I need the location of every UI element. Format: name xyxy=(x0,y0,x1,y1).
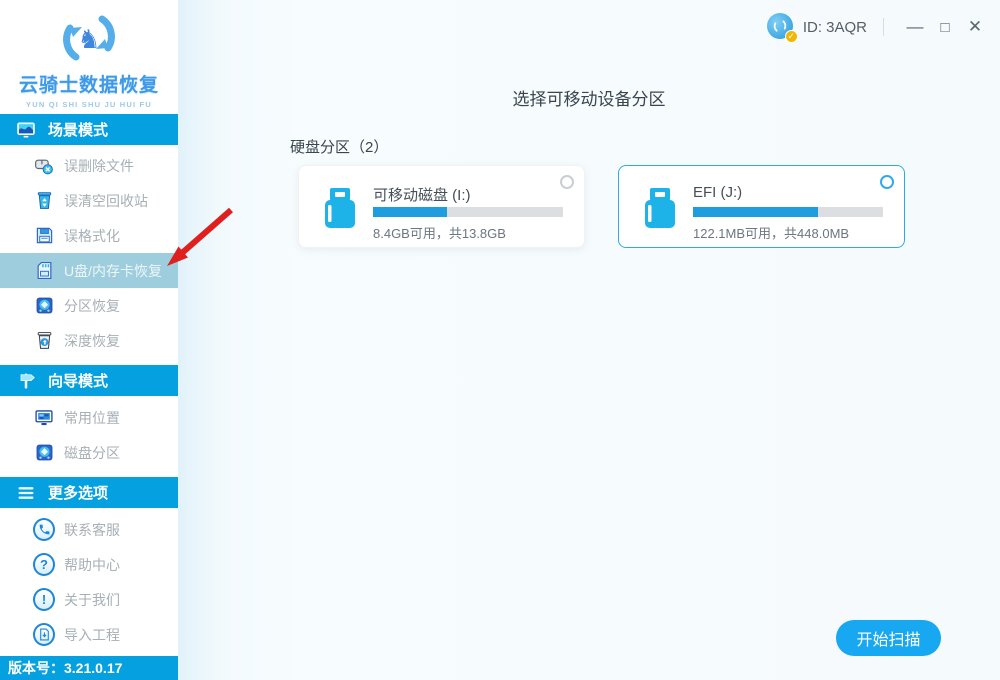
sidebar-item-about-us[interactable]: ! 关于我们 xyxy=(0,582,178,617)
sidebar-item-label: 分区恢复 xyxy=(64,297,120,314)
main-content: ✓ ID: 3AQR — □ ✕ 选择可移动设备分区 硬盘分区（2） 可移动磁盘… xyxy=(178,0,1000,680)
more-options-icon xyxy=(15,482,37,504)
usb-drive-icon xyxy=(321,184,359,237)
page-title: 选择可移动设备分区 xyxy=(512,90,666,109)
more-options-menu: 联系客服 ? 帮助中心 ! 关于我们 导入工程 xyxy=(0,508,178,652)
sidebar-item-label: 误格式化 xyxy=(64,227,120,244)
app-title: 云骑士数据恢复 xyxy=(18,75,159,96)
section-header-label: 场景模式 xyxy=(48,122,109,139)
capacity-bar-fill xyxy=(693,207,819,217)
account-badge-icon: ✓ xyxy=(766,13,798,43)
titlebar: ✓ ID: 3AQR — □ ✕ xyxy=(766,10,988,44)
user-id-label: ID: 3AQR xyxy=(802,18,867,36)
sidebar-item-deleted-files[interactable]: 误删除文件 xyxy=(0,148,178,183)
disk-partition-icon xyxy=(33,442,55,464)
help-center-icon: ? xyxy=(33,553,55,576)
wizard-mode-menu: 常用位置 磁盘分区 xyxy=(0,396,178,470)
version-label: 版本号：3.21.0.17 xyxy=(8,660,123,676)
sidebar-item-label: 深度恢复 xyxy=(64,332,120,349)
partition-card-list: 可移动磁盘 (I:) 8.4GB可用，共13.8GB EFI (J:) 122.… xyxy=(298,165,905,248)
sidebar-item-help-center[interactable]: ? 帮助中心 xyxy=(0,547,178,582)
section-header-wizard-mode: 向导模式 xyxy=(0,365,178,396)
recycle-bin-icon xyxy=(33,190,55,212)
deep-recovery-icon xyxy=(33,330,55,352)
app-subtitle: YUN QI SHI SHU JU HUI FU xyxy=(26,100,152,109)
contact-support-icon xyxy=(33,518,55,541)
sidebar-item-import-project[interactable]: 导入工程 xyxy=(0,617,178,652)
sidebar-item-deep-recovery[interactable]: 深度恢复 xyxy=(0,323,178,358)
maximize-button[interactable]: □ xyxy=(932,14,958,40)
section-header-more-options: 更多选项 xyxy=(0,477,178,508)
capacity-detail: 8.4GB可用，共13.8GB xyxy=(373,226,506,241)
app-logo: ♞ 云骑士数据恢复 YUN QI SHI SHU JU HUI FU xyxy=(0,0,178,114)
sidebar-item-disk-partitions[interactable]: 磁盘分区 xyxy=(0,435,178,470)
about-us-icon: ! xyxy=(33,588,55,611)
sidebar-item-formatted[interactable]: 误格式化 xyxy=(0,218,178,253)
sidebar: ♞ 云骑士数据恢复 YUN QI SHI SHU JU HUI FU 场景模式 xyxy=(0,0,178,680)
partition-name: EFI (J:) xyxy=(693,184,743,201)
capacity-bar xyxy=(373,207,563,217)
sidebar-item-label: 导入工程 xyxy=(64,626,120,643)
minimize-button[interactable]: — xyxy=(902,14,928,40)
section-header-label: 更多选项 xyxy=(48,485,109,502)
titlebar-divider xyxy=(883,18,884,36)
partition-name: 可移动磁盘 (I:) xyxy=(373,187,471,204)
verified-check-icon: ✓ xyxy=(784,30,798,43)
partition-card-removable-disk-i[interactable]: 可移动磁盘 (I:) 8.4GB可用，共13.8GB xyxy=(298,165,585,248)
sidebar-item-label: U盘/内存卡恢复 xyxy=(64,262,162,279)
sidebar-item-label: 帮助中心 xyxy=(64,556,120,573)
partition-recovery-icon xyxy=(33,295,55,317)
sidebar-item-label: 误清空回收站 xyxy=(64,192,148,209)
radio-selected-icon[interactable] xyxy=(880,175,894,189)
sidebar-item-label: 误删除文件 xyxy=(64,157,134,174)
scene-mode-menu: 误删除文件 误清空回收站 误格式化 U盘/内存卡恢复 分区恢复 深度恢复 xyxy=(0,145,178,358)
radio-unselected-icon[interactable] xyxy=(560,175,574,189)
sidebar-item-label: 联系客服 xyxy=(64,521,120,538)
svg-text:♞: ♞ xyxy=(77,24,100,54)
sidebar-item-common-locations[interactable]: 常用位置 xyxy=(0,400,178,435)
capacity-bar xyxy=(693,207,883,217)
version-bar: 版本号：3.21.0.17 xyxy=(0,656,178,680)
capacity-detail: 122.1MB可用，共448.0MB xyxy=(693,226,850,241)
wizard-mode-icon xyxy=(15,370,37,392)
usb-drive-icon xyxy=(641,184,679,237)
start-scan-button[interactable]: 开始扫描 xyxy=(836,620,941,656)
import-project-icon xyxy=(33,623,55,646)
sidebar-item-contact-support[interactable]: 联系客服 xyxy=(0,512,178,547)
deleted-file-icon xyxy=(33,155,55,177)
capacity-bar-fill xyxy=(373,207,448,217)
sidebar-item-emptied-recycle-bin[interactable]: 误清空回收站 xyxy=(0,183,178,218)
usb-sd-card-icon xyxy=(33,260,55,282)
format-icon xyxy=(33,225,55,247)
recycle-knight-logo-icon: ♞ xyxy=(63,15,115,61)
sidebar-item-label: 磁盘分区 xyxy=(64,444,120,461)
common-location-icon xyxy=(33,407,55,429)
sidebar-item-partition-recovery[interactable]: 分区恢复 xyxy=(0,288,178,323)
sidebar-item-label: 常用位置 xyxy=(64,409,120,426)
partition-card-efi-j[interactable]: EFI (J:) 122.1MB可用，共448.0MB xyxy=(618,165,905,248)
app-window: ♞ 云骑士数据恢复 YUN QI SHI SHU JU HUI FU 场景模式 xyxy=(0,0,1000,680)
partition-group-label: 硬盘分区（2） xyxy=(290,139,389,156)
section-header-label: 向导模式 xyxy=(48,373,109,390)
scene-mode-icon xyxy=(15,119,37,141)
sidebar-item-usb-memory-card-recovery[interactable]: U盘/内存卡恢复 xyxy=(0,253,178,288)
section-header-scene-mode: 场景模式 xyxy=(0,114,178,145)
sidebar-item-label: 关于我们 xyxy=(64,591,120,608)
close-button[interactable]: ✕ xyxy=(962,14,988,40)
